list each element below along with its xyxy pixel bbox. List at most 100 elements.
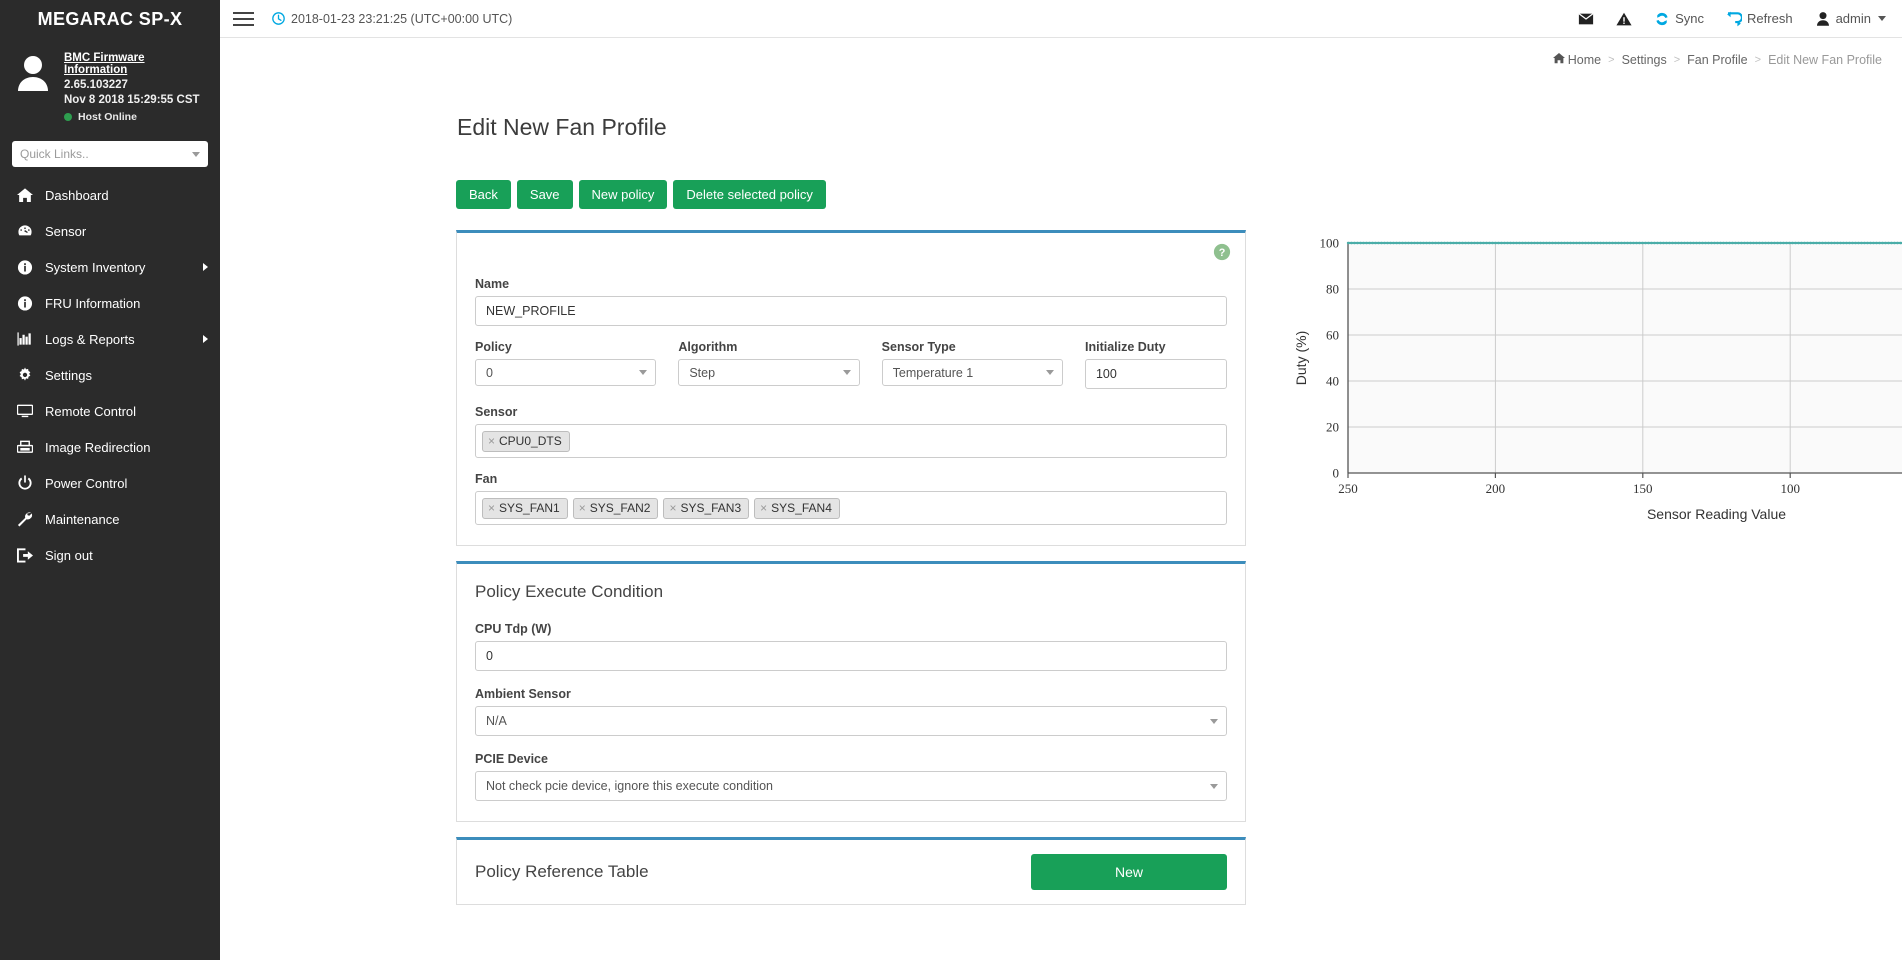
chevron-down-icon — [1210, 719, 1218, 724]
new-policy-button[interactable]: New policy — [579, 180, 668, 209]
sidebar-item-settings[interactable]: Settings — [0, 357, 220, 393]
breadcrumb-separator: > — [1608, 54, 1614, 66]
breadcrumb: Home>Settings>Fan Profile>Edit New Fan P… — [1553, 52, 1882, 67]
chevron-down-icon — [843, 370, 851, 375]
sidebar-item-dashboard[interactable]: Dashboard — [0, 177, 220, 213]
fan-tag[interactable]: ×SYS_FAN4 — [754, 498, 840, 519]
breadcrumb-item-settings[interactable]: Settings — [1622, 53, 1667, 67]
warning-triangle-icon — [1616, 11, 1632, 27]
remove-tag-icon[interactable]: × — [488, 434, 495, 448]
policy-select[interactable]: 0 — [475, 359, 656, 386]
page-title: Edit New Fan Profile — [457, 114, 667, 141]
y-axis-tick-label: 100 — [1320, 236, 1340, 251]
fan-tag[interactable]: × SYS_FAN3 — [663, 498, 749, 519]
form-cards-column: ? Name Policy 0 Algorithm — [456, 230, 1246, 920]
fan-tag[interactable]: ×SYS_FAN1 — [482, 498, 568, 519]
policy-reference-new-button[interactable]: New — [1031, 854, 1227, 890]
monitor-icon — [16, 403, 33, 420]
sensor-tag[interactable]: ×CPU0_DTS — [482, 431, 570, 452]
sidebar-item-label: Logs & Reports — [45, 332, 191, 347]
mail-button[interactable] — [1578, 11, 1594, 27]
sensor-type-label: Sensor Type — [882, 340, 1063, 354]
avatar — [14, 50, 52, 123]
breadcrumb-item-home[interactable]: Home — [1553, 52, 1601, 67]
clock-text: 2018-01-23 23:21:25 (UTC+00:00 UTC) — [291, 12, 512, 26]
fan-tag-input[interactable]: ×SYS_FAN1×SYS_FAN2×SYS_FAN3×SYS_FAN4 — [475, 491, 1227, 525]
initialize-duty-label: Initialize Duty — [1085, 340, 1227, 354]
chevron-down-icon — [639, 370, 647, 375]
user-label: admin — [1836, 11, 1871, 26]
chevron-down-icon — [1210, 784, 1218, 789]
remove-tag-icon[interactable]: × — [488, 501, 495, 515]
sidebar-nav: Dashboard Sensor System InventoryFRU Infor… — [0, 177, 220, 573]
sidebar-item-image-redirection[interactable]: Image Redirection — [0, 429, 220, 465]
sidebar-item-label: Power Control — [45, 476, 208, 491]
bmc-firmware-information-link[interactable]: BMC Firmware Information — [64, 52, 210, 76]
back-button[interactable]: Back — [456, 180, 511, 209]
remove-tag-icon[interactable]: × — [760, 501, 767, 515]
algorithm-value: Step — [689, 366, 715, 380]
tag-label: SYS_FAN3 — [680, 501, 741, 515]
chart-plot-area — [1348, 243, 1902, 473]
sensor-tag-input[interactable]: ×CPU0_DTS — [475, 424, 1227, 458]
envelope-icon — [1578, 11, 1594, 27]
breadcrumb-label: Home — [1568, 53, 1601, 67]
quick-links-label: Quick Links.. — [20, 147, 89, 161]
name-input[interactable] — [475, 296, 1227, 326]
sidebar-item-fru-information[interactable]: FRU Information — [0, 285, 220, 321]
sync-button[interactable]: Sync — [1654, 11, 1704, 27]
sensor-type-field: Sensor Type Temperature 1 — [882, 340, 1063, 389]
sidebar-item-sensor[interactable]: Sensor — [0, 213, 220, 249]
policy-reference-table-title: Policy Reference Table — [475, 862, 649, 882]
sidebar-item-maintenance[interactable]: Maintenance — [0, 501, 220, 537]
cpu-tdp-input[interactable] — [475, 641, 1227, 671]
sync-label: Sync — [1675, 11, 1704, 26]
sidebar-item-label: Sensor — [45, 224, 208, 239]
alerts-button[interactable] — [1616, 11, 1632, 27]
chevron-down-icon — [1046, 370, 1054, 375]
initialize-duty-input[interactable] — [1085, 359, 1227, 389]
pcie-device-value: Not check pcie device, ignore this execu… — [486, 779, 773, 793]
ambient-sensor-select[interactable]: N/A — [475, 706, 1227, 736]
sidebar-item-logs-reports[interactable]: Logs & Reports — [0, 321, 220, 357]
app-brand-title: MEGARAC SP-X — [0, 0, 220, 38]
status-dot-icon — [64, 113, 72, 121]
remove-tag-icon[interactable]: × — [669, 501, 676, 515]
host-status-label: Host Online — [78, 111, 137, 123]
refresh-button[interactable]: Refresh — [1726, 11, 1793, 27]
user-menu-button[interactable]: admin — [1815, 11, 1886, 27]
svg-text:?: ? — [1219, 247, 1226, 259]
chevron-down-icon — [192, 152, 200, 157]
sidebar-item-power-control[interactable]: Power Control — [0, 465, 220, 501]
ambient-sensor-label: Ambient Sensor — [475, 687, 1227, 701]
sidebar-item-sign-out[interactable]: Sign out — [0, 537, 220, 573]
duty-vs-sensor-chart: 02040608010025020015010050Sensor Reading… — [1280, 223, 1902, 623]
refresh-label: Refresh — [1747, 11, 1793, 26]
delete-selected-policy-button[interactable]: Delete selected policy — [673, 180, 825, 209]
tag-label: SYS_FAN2 — [590, 501, 651, 515]
chart-svg: 02040608010025020015010050Sensor Reading… — [1280, 223, 1902, 623]
clock-display: 2018-01-23 23:21:25 (UTC+00:00 UTC) — [272, 12, 512, 26]
breadcrumb-item-fan-profile[interactable]: Fan Profile — [1687, 53, 1747, 67]
algorithm-select[interactable]: Step — [678, 359, 859, 386]
chevron-right-icon — [203, 263, 208, 271]
x-axis-title: Sensor Reading Value — [1647, 506, 1786, 522]
pcie-device-select[interactable]: Not check pcie device, ignore this execu… — [475, 771, 1227, 801]
y-axis-tick-label: 0 — [1333, 466, 1340, 481]
sidebar-item-system-inventory[interactable]: System Inventory — [0, 249, 220, 285]
sensor-type-select[interactable]: Temperature 1 — [882, 359, 1063, 386]
quick-links-select[interactable]: Quick Links.. — [12, 141, 208, 167]
fan-tag[interactable]: × SYS_FAN2 — [573, 498, 659, 519]
clock-icon — [272, 12, 285, 25]
pcie-device-label: PCIE Device — [475, 752, 1227, 766]
help-icon[interactable]: ? — [1213, 243, 1231, 261]
top-bar: 2018-01-23 23:21:25 (UTC+00:00 UTC) — [220, 0, 1902, 38]
breadcrumb-separator: > — [1674, 54, 1680, 66]
remove-tag-icon[interactable]: × — [579, 501, 586, 515]
gear-icon — [16, 367, 33, 384]
save-button[interactable]: Save — [517, 180, 573, 209]
x-axis-tick-label: 250 — [1338, 481, 1358, 496]
menu-toggle-button[interactable] — [220, 0, 266, 38]
sidebar-item-remote-control[interactable]: Remote Control — [0, 393, 220, 429]
y-axis-tick-label: 80 — [1326, 282, 1339, 297]
